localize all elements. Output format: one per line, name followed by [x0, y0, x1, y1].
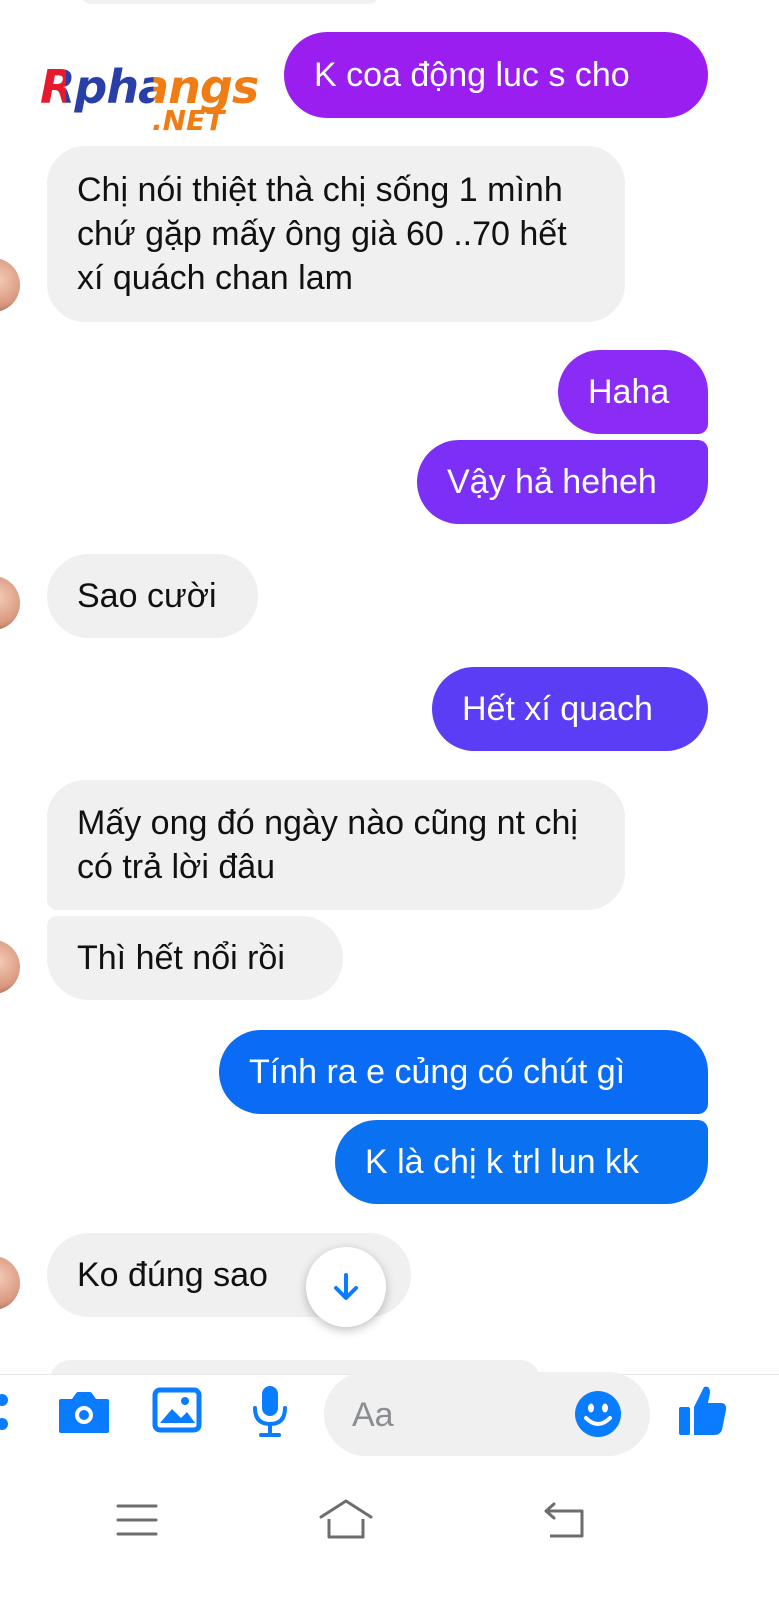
message-input[interactable]: [350, 1372, 574, 1458]
camera-button[interactable]: [56, 1386, 112, 1438]
message-input-box[interactable]: [324, 1372, 650, 1458]
outgoing-message[interactable]: K là chị k trl lun kk: [335, 1120, 708, 1204]
camera-icon: [59, 1392, 109, 1433]
incoming-message[interactable]: Mấy ong đó ngày nào cũng nt chị có trả l…: [47, 780, 625, 910]
message-text: Tính ra e củng có chút gì: [249, 1053, 626, 1091]
contact-avatar[interactable]: [0, 576, 20, 630]
back-icon: [544, 1502, 584, 1538]
message-text: Ko đúng sao: [77, 1256, 268, 1294]
message-list[interactable]: Rphangs .NET K coa động luc s cho Chị nó…: [0, 0, 779, 1375]
message-text: Sao cười: [77, 577, 217, 615]
message-text: K coa động luc s cho: [314, 56, 630, 94]
outgoing-message[interactable]: Vậy hả heheh: [417, 440, 708, 524]
watermark-brand: Rphangs: [40, 60, 259, 114]
recent-apps-button[interactable]: [112, 1500, 162, 1540]
previous-message-fragment: [80, 0, 380, 4]
outgoing-message[interactable]: Haha: [558, 350, 708, 434]
like-button[interactable]: [676, 1382, 730, 1438]
home-button[interactable]: [316, 1496, 376, 1542]
microphone-button[interactable]: [248, 1383, 292, 1439]
emoji-button[interactable]: [574, 1390, 622, 1438]
back-button[interactable]: [540, 1498, 590, 1542]
watermark-logo: Rphangs .NET: [40, 60, 259, 137]
incoming-message[interactable]: Chị nói thiệt thà chị sống 1 mình chứ gặ…: [47, 146, 625, 322]
home-icon: [319, 1499, 373, 1539]
incoming-message[interactable]: Sao cười: [47, 554, 258, 638]
incoming-message[interactable]: Thì hết nổi rồi: [47, 916, 343, 1000]
outgoing-message[interactable]: Tính ra e củng có chút gì: [219, 1030, 708, 1114]
contact-avatar[interactable]: [0, 1256, 20, 1310]
more-icon: [0, 1394, 8, 1430]
microphone-icon: [253, 1386, 287, 1437]
system-navigation-bar: [0, 1480, 779, 1600]
message-text: Chị nói thiệt thà chị sống 1 mình chứ gặ…: [77, 171, 567, 297]
outgoing-message[interactable]: K coa động luc s cho: [284, 32, 708, 118]
gallery-icon: [152, 1387, 202, 1433]
message-text: Haha: [588, 373, 670, 411]
watermark-domain: .NET: [152, 104, 225, 137]
message-text: Hết xí quach: [462, 690, 653, 728]
message-text: K là chị k trl lun kk: [365, 1143, 639, 1181]
message-text: Mấy ong đó ngày nào cũng nt chị có trả l…: [77, 804, 578, 886]
message-text: Vậy hả heheh: [447, 463, 657, 501]
gallery-button[interactable]: [151, 1384, 203, 1436]
contact-avatar[interactable]: [0, 258, 20, 312]
menu-icon: [116, 1504, 158, 1536]
emoji-icon: [575, 1391, 621, 1437]
message-text: Thì hết nổi rồi: [77, 939, 285, 977]
more-button[interactable]: [0, 1386, 14, 1438]
like-icon: [679, 1386, 727, 1435]
contact-avatar[interactable]: [0, 940, 20, 994]
arrow-down-icon: [334, 1273, 358, 1300]
outgoing-message[interactable]: Hết xí quach: [432, 667, 708, 751]
scroll-to-bottom-button[interactable]: [306, 1247, 386, 1327]
